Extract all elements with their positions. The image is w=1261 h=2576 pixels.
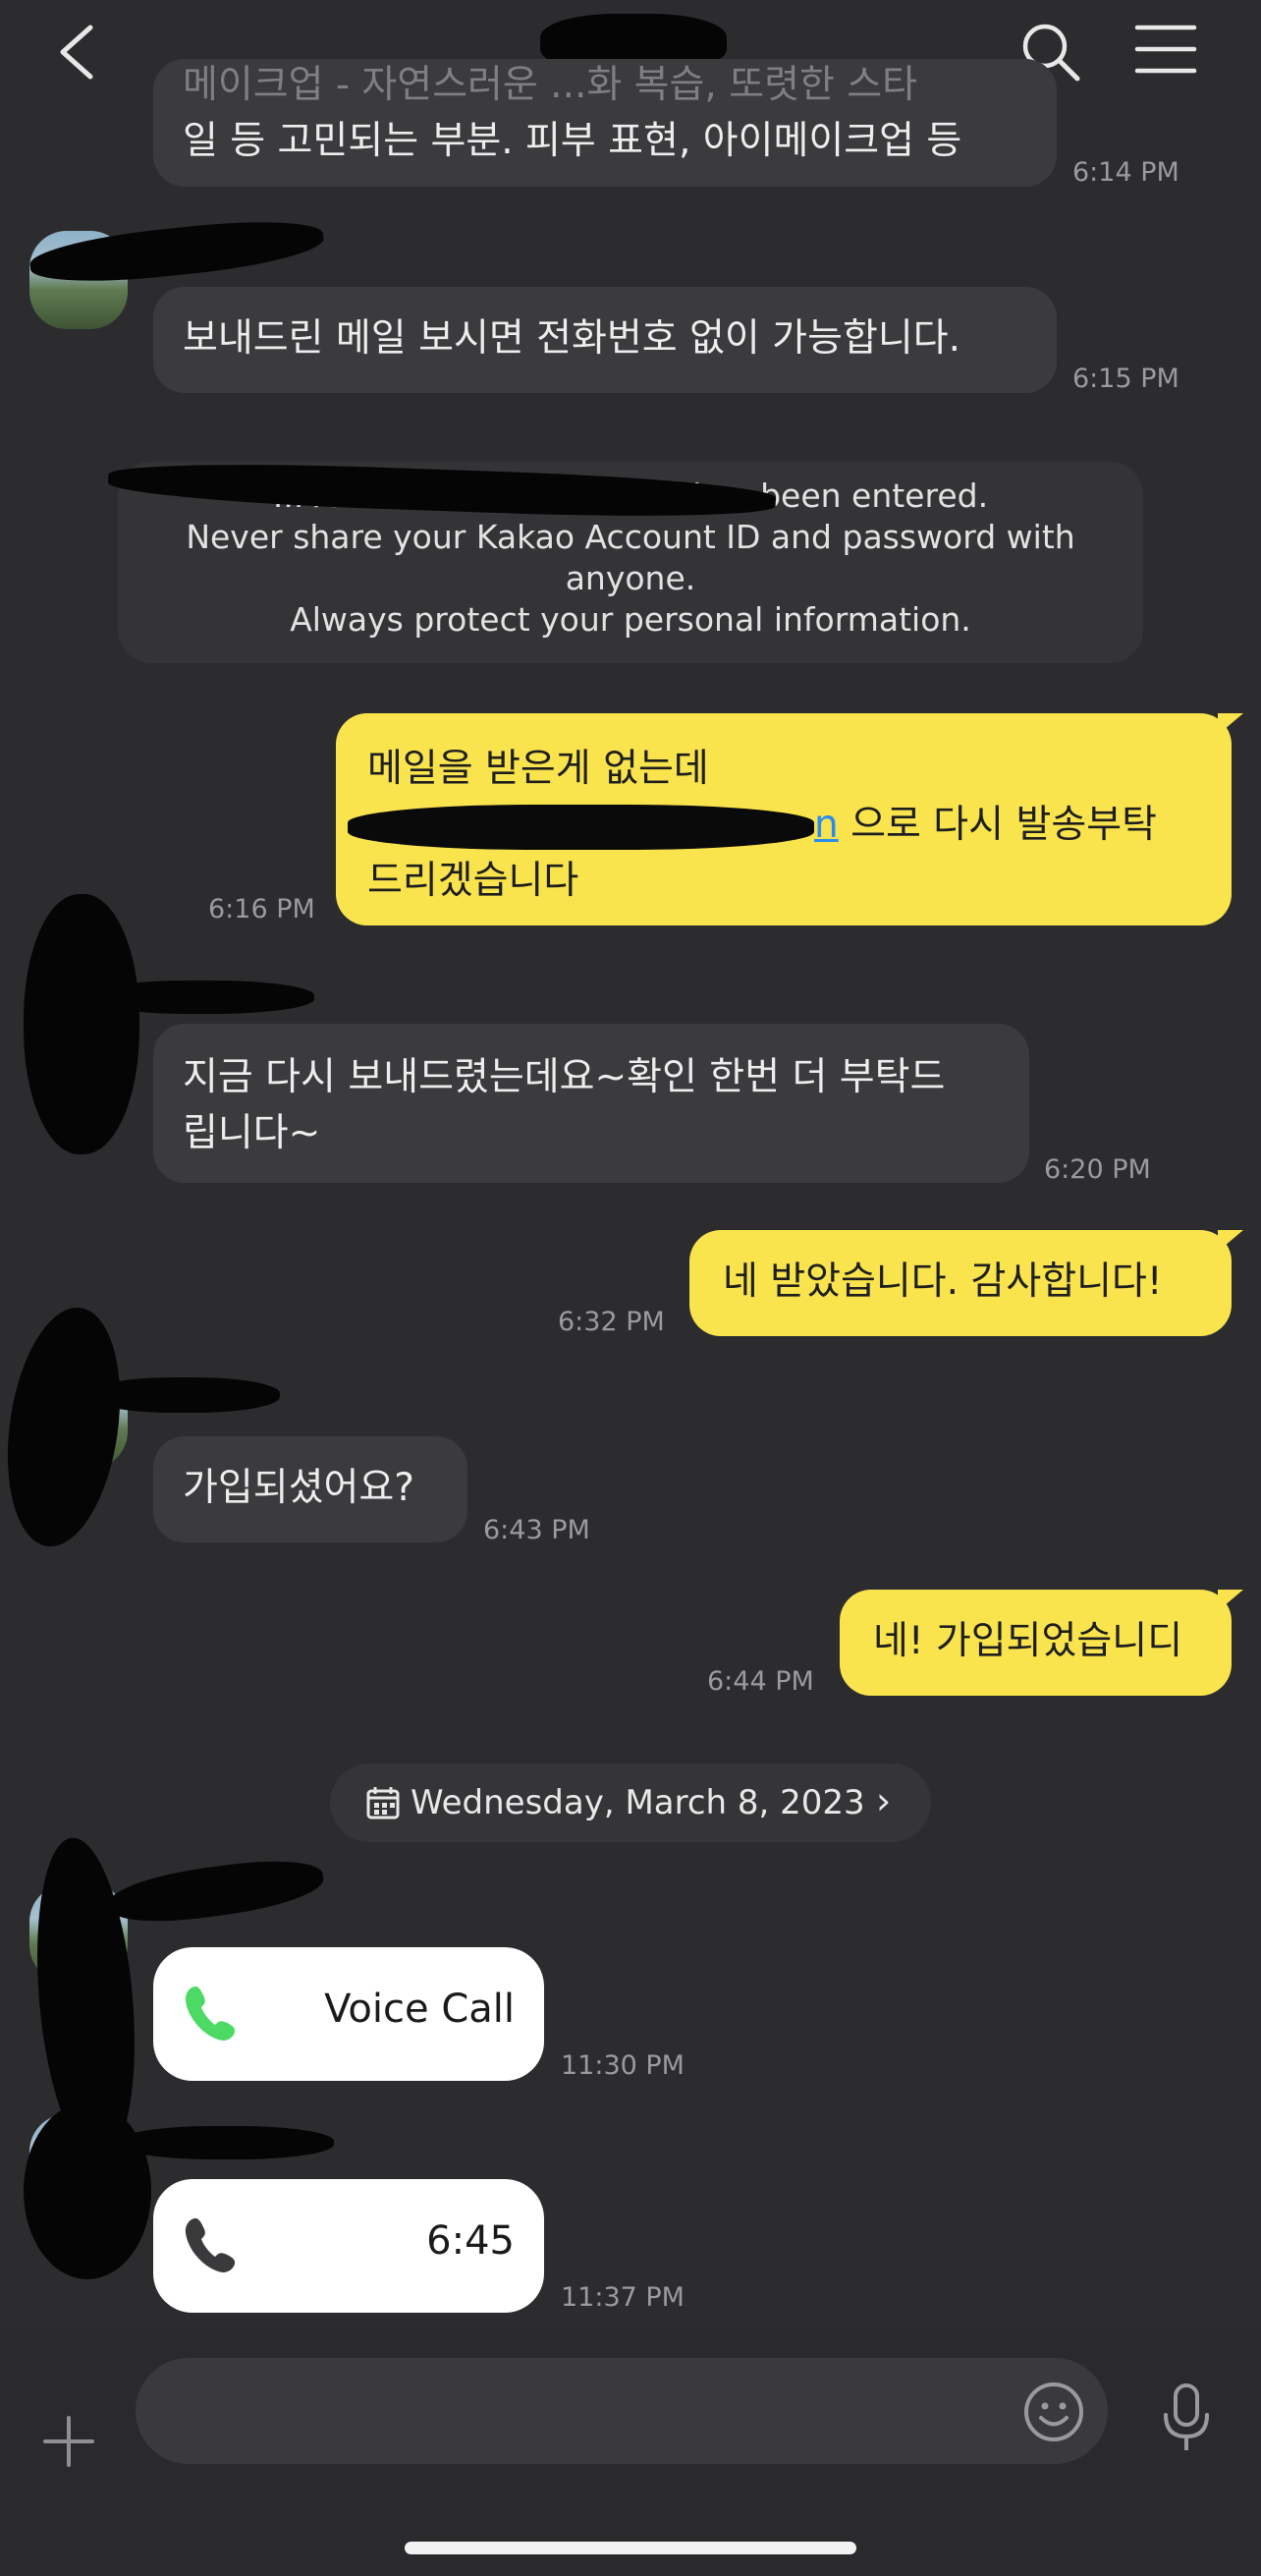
add-button[interactable] bbox=[39, 2412, 98, 2471]
email-link[interactable]: n bbox=[814, 803, 839, 847]
sender-name-redacted bbox=[118, 2126, 334, 2159]
message-text: 네! 가입되었습니디 bbox=[873, 1619, 1183, 1663]
phone-icon bbox=[185, 2217, 236, 2272]
message-time: 6:15 PM bbox=[1072, 364, 1179, 394]
date-chip[interactable]: Wednesday, March 8, 2023 › bbox=[330, 1764, 931, 1842]
message-time: 11:30 PM bbox=[561, 2050, 685, 2081]
message-time: 11:37 PM bbox=[561, 2282, 685, 2313]
message-text: 네 받았습니다. 감사합니다! bbox=[723, 1260, 1163, 1304]
calendar-icon bbox=[366, 1787, 400, 1820]
message-time: 6:14 PM bbox=[1072, 157, 1179, 188]
message-text: 립니다~ bbox=[183, 1111, 321, 1155]
home-indicator bbox=[405, 2542, 856, 2554]
call-duration: 6:45 bbox=[426, 2218, 515, 2264]
message-partial-line: 메이크업 - 자연스러운 ...화 복습, 또렷한 스타 bbox=[183, 63, 918, 107]
message-time: 6:20 PM bbox=[1044, 1154, 1151, 1185]
composer-bar bbox=[0, 2328, 1261, 2576]
call-label: Voice Call bbox=[324, 1987, 515, 2032]
message-bubble-outgoing[interactable]: 네 받았습니다. 감사합니다! bbox=[689, 1230, 1232, 1336]
message-text: 메일을 받은게 없는데 bbox=[367, 747, 709, 791]
sender-name-redacted bbox=[105, 1851, 327, 1932]
bubble-tail bbox=[1218, 713, 1243, 735]
message-time: 6:43 PM bbox=[483, 1515, 590, 1545]
mic-button[interactable] bbox=[1157, 2380, 1216, 2458]
bubble-tail bbox=[1218, 1590, 1243, 1611]
bubble-tail bbox=[1218, 1230, 1243, 1252]
hamburger-menu-icon bbox=[1134, 25, 1197, 74]
message-bubble-incoming[interactable]: 보내드린 메일 보시면 전화번호 없이 가능합니다. bbox=[153, 287, 1057, 393]
message-text: 으로 다시 발송부탁 bbox=[850, 803, 1157, 847]
sender-name-redacted bbox=[27, 212, 326, 291]
notice-line: Never share your Kakao Account ID and pa… bbox=[186, 518, 1075, 556]
voice-call-card[interactable]: 6:45 bbox=[153, 2179, 544, 2313]
avatar-redaction bbox=[0, 1300, 135, 1554]
back-button[interactable] bbox=[49, 18, 108, 86]
date-label: Wednesday, March 8, 2023 bbox=[411, 1783, 865, 1822]
message-text: 지금 다시 보내드렸는데요~확인 한번 더 부탁드 bbox=[183, 1055, 946, 1099]
message-time: 6:16 PM bbox=[208, 894, 315, 924]
voice-call-card[interactable]: Voice Call bbox=[153, 1947, 544, 2081]
message-bubble-incoming[interactable]: 메이크업 - 자연스러운 ...화 복습, 또렷한 스타 일 등 고민되는 부분… bbox=[153, 59, 1057, 187]
chevron-left-icon bbox=[60, 25, 93, 80]
message-bubble-outgoing[interactable]: 네! 가입되었습니디 bbox=[840, 1590, 1232, 1696]
menu-button[interactable] bbox=[1134, 22, 1197, 81]
message-bubble-incoming[interactable]: 가입되셨어요? bbox=[153, 1436, 467, 1542]
message-time: 6:32 PM bbox=[558, 1307, 665, 1337]
message-bubble-incoming[interactable]: 지금 다시 보내드렸는데요~확인 한번 더 부탁드 립니다~ bbox=[153, 1024, 1029, 1183]
emoji-button[interactable] bbox=[1021, 2380, 1086, 2444]
notice-line: anyone. bbox=[565, 559, 696, 597]
redacted-email bbox=[348, 804, 814, 850]
message-text: 보내드린 메일 보시면 전화번호 없이 가능합니다. bbox=[183, 316, 960, 361]
message-text: 일 등 고민되는 부분. 피부 표현, 아이메이크업 등 bbox=[183, 119, 962, 163]
notice-line: Always protect your personal information… bbox=[290, 600, 971, 639]
sender-name-redacted bbox=[88, 980, 314, 1014]
phone-icon bbox=[185, 1986, 236, 2041]
message-text: 가입되셨어요? bbox=[183, 1466, 414, 1510]
message-time: 6:44 PM bbox=[707, 1666, 814, 1697]
avatar-redaction bbox=[24, 2102, 151, 2279]
smiley-icon bbox=[1024, 2382, 1083, 2441]
message-text: 드리겠습니다 bbox=[367, 859, 579, 903]
microphone-icon bbox=[1164, 2383, 1209, 2450]
avatar-redaction bbox=[24, 894, 139, 1154]
message-bubble-outgoing[interactable]: 메일을 받은게 없는데 n 으로 다시 발송부탁 드리겠습니다 bbox=[336, 713, 1232, 925]
sender-name-redacted bbox=[88, 1377, 280, 1413]
message-input[interactable] bbox=[136, 2358, 1108, 2464]
plus-icon bbox=[43, 2416, 94, 2467]
chevron-right-icon: › bbox=[876, 1779, 892, 1822]
